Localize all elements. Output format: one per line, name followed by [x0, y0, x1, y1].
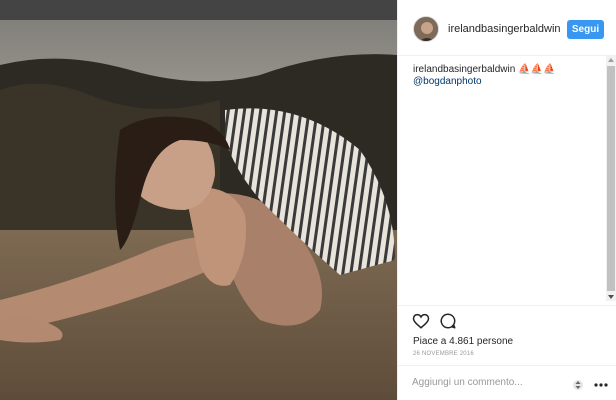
actions-divider	[398, 305, 616, 307]
post-side-panel: irelandbasingerbaldwin Segui irelandbasi…	[397, 0, 616, 400]
comment-icon[interactable]	[439, 312, 457, 330]
scrollbar-thumb[interactable]	[607, 66, 615, 291]
caption: irelandbasingerbaldwin ⛵⛵⛵ @bogdanphoto	[413, 64, 603, 88]
heart-icon[interactable]	[412, 312, 430, 330]
post-date: 26 NOVEMBRE 2016	[413, 351, 474, 357]
username-link[interactable]: irelandbasingerbaldwin	[448, 23, 561, 35]
sort-arrows-icon[interactable]	[573, 378, 583, 390]
likes-count[interactable]: Piace a 4.861 persone	[413, 336, 513, 347]
scroll-up-arrow-icon[interactable]	[608, 58, 614, 62]
post-photo[interactable]	[0, 0, 397, 400]
scroll-down-arrow-icon[interactable]	[608, 295, 614, 299]
avatar[interactable]	[413, 16, 439, 42]
caption-text: ⛵⛵⛵	[518, 64, 556, 75]
post-header: irelandbasingerbaldwin Segui	[398, 0, 616, 56]
caption-username[interactable]: irelandbasingerbaldwin	[413, 64, 515, 75]
comments-scrollbar[interactable]	[606, 56, 616, 301]
more-options-icon[interactable]	[594, 378, 608, 390]
add-comment-bar	[398, 365, 616, 400]
comment-input[interactable]	[412, 377, 562, 388]
mention-link[interactable]: @bogdanphoto	[413, 76, 603, 88]
follow-button[interactable]: Segui	[567, 20, 604, 39]
